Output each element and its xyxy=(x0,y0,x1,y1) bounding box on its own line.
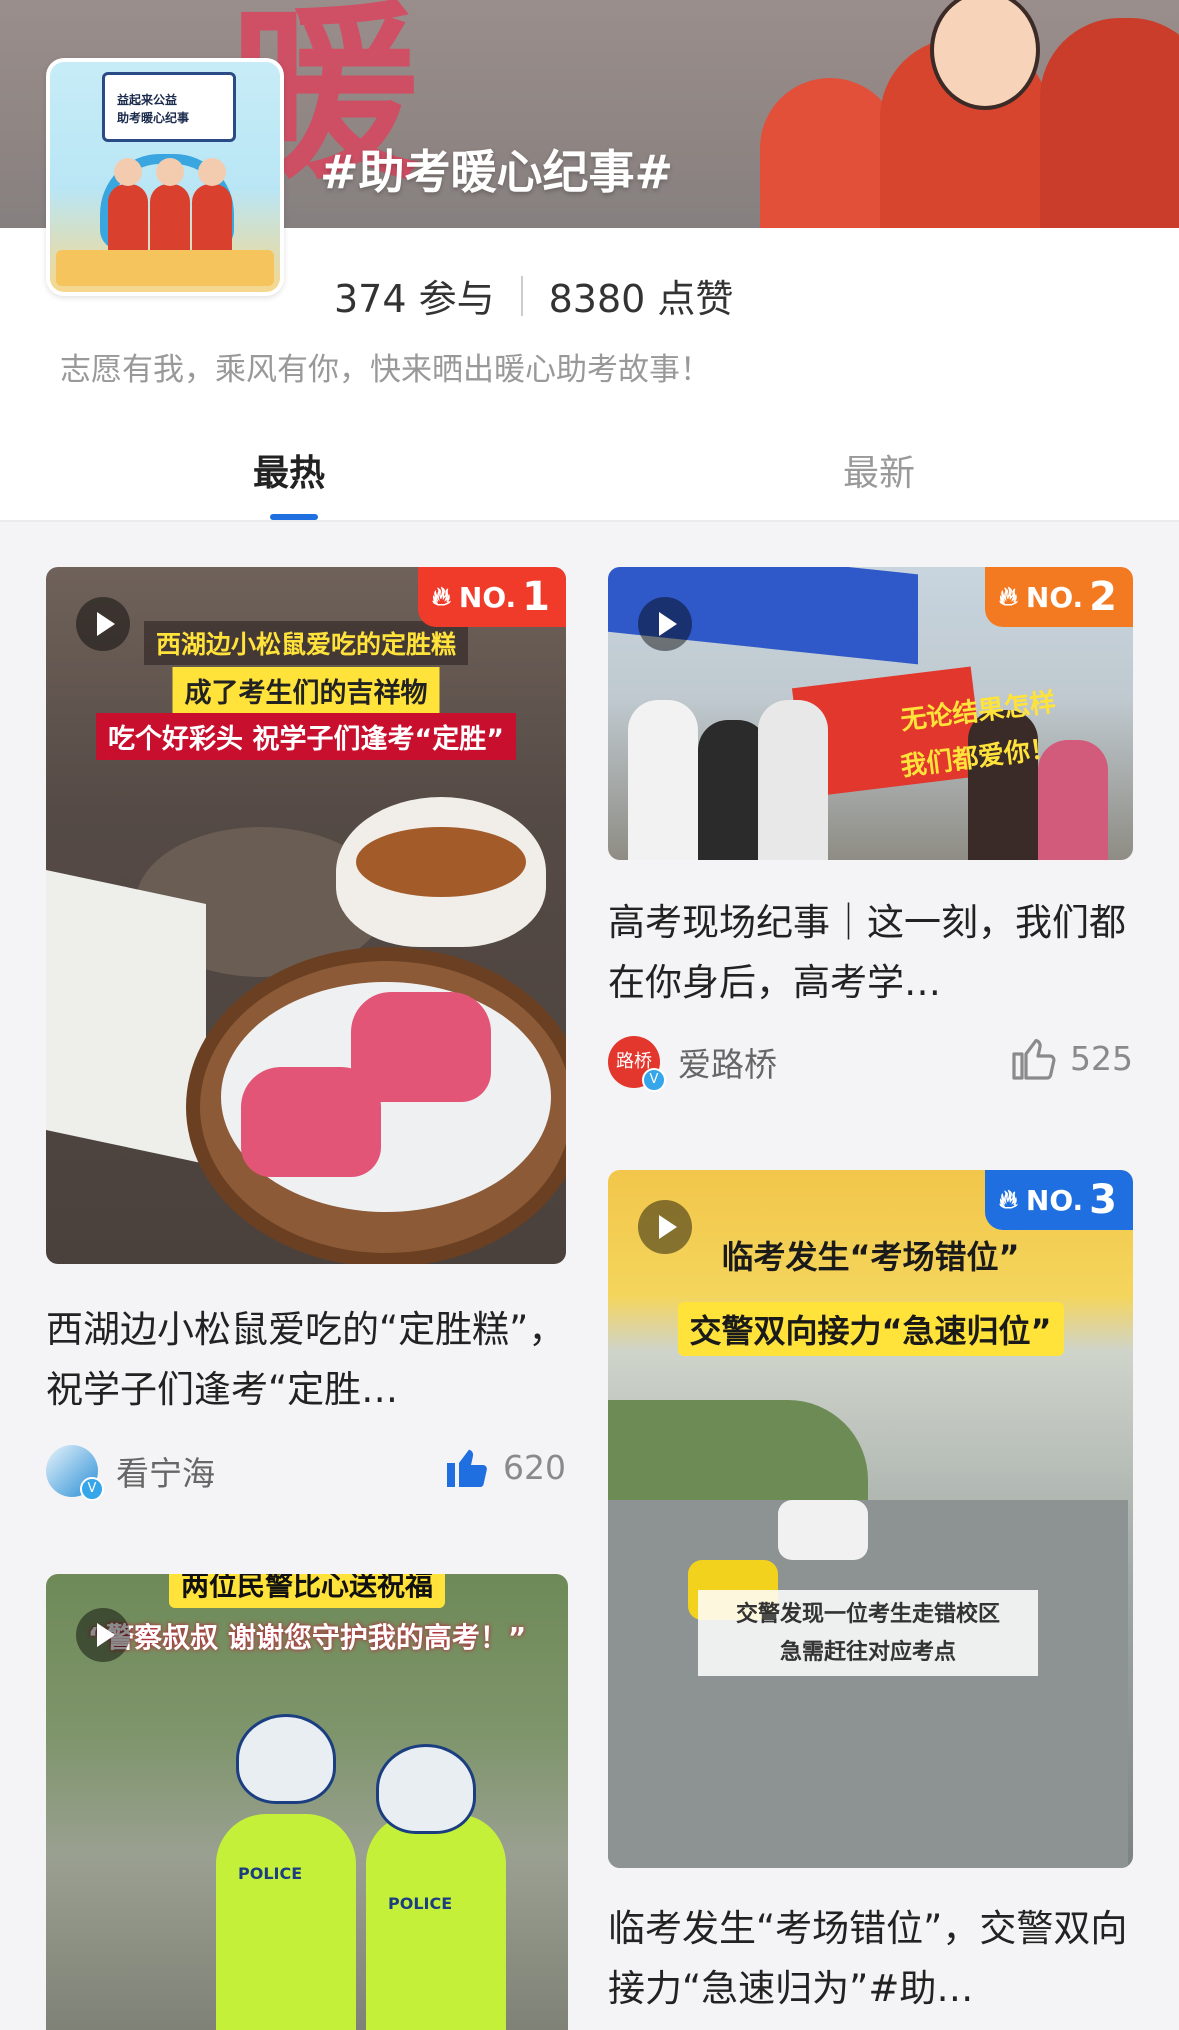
rank-prefix: NO. xyxy=(1025,1183,1084,1217)
card-title[interactable]: 高考现场纪事｜这一刻，我们都在你身后，高考学… xyxy=(608,893,1128,1013)
overlay-note-line2: 急需赶往对应考点 xyxy=(779,1640,956,1665)
feed-tabs: 最热 最新 xyxy=(0,436,1179,522)
verified-icon: V xyxy=(642,1068,666,1092)
author-avatar[interactable]: V xyxy=(46,1445,104,1501)
officer-shape xyxy=(366,1814,506,2030)
thumbnail-screen: 益起来公益 助考暖心纪事 xyxy=(102,72,236,142)
cake-shape xyxy=(351,992,491,1102)
rank-number: 2 xyxy=(1089,574,1117,620)
rank-number: 1 xyxy=(522,574,550,620)
vest-label: POLICE xyxy=(238,1864,303,1883)
feed-card-3[interactable]: 临考发生“考场错位” 交警双向接力“急速归位” 交警发现一位考生走错校区 急需赶… xyxy=(608,1170,1133,2030)
author-name[interactable]: 爱路桥 xyxy=(678,1038,777,1086)
topic-stats: 374 参与 8380 点赞 xyxy=(334,268,733,323)
thumbs-up-icon xyxy=(1012,1039,1056,1080)
thumbs-up-filled-icon xyxy=(447,1449,487,1487)
flame-icon: 🔥︎ xyxy=(998,1184,1018,1215)
feed-card-4[interactable]: POLICE POLICE 两位民警比心送祝福 “警察叔叔 谢谢您守护我的高考！… xyxy=(46,1574,568,2030)
banner-figure xyxy=(760,78,900,228)
volunteer-figure xyxy=(108,158,148,254)
card-author[interactable]: V 看宁海 xyxy=(46,1445,215,1501)
like-button[interactable]: 620 xyxy=(443,1443,566,1491)
soup-shape xyxy=(356,827,526,897)
play-icon[interactable] xyxy=(638,1200,692,1254)
overlay-caption-2: 成了考生们的吉祥物 xyxy=(172,667,440,714)
author-name[interactable]: 看宁海 xyxy=(116,1447,215,1495)
avatar-text: 路桥 xyxy=(616,1051,652,1072)
feed-card-2[interactable]: 无论结果怎样 我们都爱你！ 🔥︎ NO. 2 高考现场纪事｜这一刻，我们都在你身… xyxy=(608,567,1133,1092)
road-shape xyxy=(608,1500,1128,1868)
card-video-thumbnail[interactable]: POLICE POLICE 两位民警比心送祝福 “警察叔叔 谢谢您守护我的高考！… xyxy=(46,1574,568,2030)
tab-latest[interactable]: 最新 xyxy=(843,444,915,496)
volunteer-figure xyxy=(192,158,232,254)
play-icon[interactable] xyxy=(638,597,692,651)
header-divider xyxy=(0,520,1179,522)
overlay-caption-2: 交警双向接力“急速归位” xyxy=(677,1302,1064,1356)
volunteer-figure xyxy=(150,158,190,254)
overlay-note: 交警发现一位考生走错校区 急需赶往对应考点 xyxy=(698,1590,1038,1676)
overlay-caption-2: “警察叔叔 谢谢您守护我的高考！” xyxy=(87,1621,527,1654)
overlay-caption-3: 吃个好彩头 祝学子们逢考“定胜” xyxy=(96,713,516,760)
police-car-shape xyxy=(778,1500,868,1560)
rank-prefix: NO. xyxy=(458,580,517,614)
thumbnail-ribbon xyxy=(56,250,274,286)
card-video-thumbnail[interactable]: 无论结果怎样 我们都爱你！ 🔥︎ NO. 2 xyxy=(608,567,1133,860)
crowd-shape xyxy=(758,700,828,860)
tab-hottest[interactable]: 最热 xyxy=(253,444,325,496)
overlay-caption-1: 西湖边小松鼠爱吃的定胜糕 xyxy=(143,621,469,665)
verified-icon: V xyxy=(80,1477,104,1501)
card-title[interactable]: 临考发生“考场错位”，交警双向接力“急速归为”#助… xyxy=(608,1899,1128,2019)
tissue-shape xyxy=(46,869,206,1165)
stats-divider xyxy=(520,275,523,316)
flame-icon: 🔥︎ xyxy=(431,581,451,612)
overlay-note-line1: 交警发现一位考生走错校区 xyxy=(735,1602,1000,1627)
topic-description: 志愿有我，乘风有你，快来晒出暖心助考故事！ xyxy=(60,352,711,388)
officer-shape xyxy=(216,1814,356,2030)
crowd-shape xyxy=(628,700,698,860)
play-icon[interactable] xyxy=(76,1608,130,1662)
thumbnail-line2: 助考暖心纪事 xyxy=(117,111,190,125)
rank-prefix: NO. xyxy=(1025,580,1084,614)
helmet-shape xyxy=(236,1714,336,1804)
card-title[interactable]: 西湖边小松鼠爱吃的“定胜糕”，祝学子们逢考“定胜… xyxy=(46,1300,566,1420)
overlay-caption-1: 两位民警比心送祝福 xyxy=(168,1574,446,1608)
rank-badge-3: 🔥︎ NO. 3 xyxy=(984,1170,1133,1230)
banner-figure xyxy=(1040,18,1179,228)
rank-badge-2: 🔥︎ NO. 2 xyxy=(984,567,1133,627)
flame-icon: 🔥︎ xyxy=(998,581,1018,612)
play-icon[interactable] xyxy=(76,597,130,651)
overlay-caption-1: 临考发生“考场错位” xyxy=(721,1238,1020,1276)
participant-count: 374 参与 xyxy=(334,277,495,321)
like-count: 8380 点赞 xyxy=(548,277,734,321)
rank-badge-1: 🔥︎ NO. 1 xyxy=(417,567,566,627)
rank-number: 3 xyxy=(1089,1177,1117,1223)
card-author[interactable]: 路桥 V 爱路桥 xyxy=(608,1036,777,1092)
card-video-thumbnail[interactable]: 西湖边小松鼠爱吃的定胜糕 成了考生们的吉祥物 吃个好彩头 祝学子们逢考“定胜” … xyxy=(46,567,566,1264)
like-count: 525 xyxy=(1070,1038,1133,1078)
topic-title: #助考暖心纪事# xyxy=(320,145,674,199)
topic-thumbnail: 益起来公益 助考暖心纪事 xyxy=(46,58,284,296)
topic-header: 益起来公益 助考暖心纪事 374 参与 8380 点赞 志愿有我，乘风有你，快来… xyxy=(0,58,1179,522)
feed-card-1[interactable]: 西湖边小松鼠爱吃的定胜糕 成了考生们的吉祥物 吃个好彩头 祝学子们逢考“定胜” … xyxy=(46,567,566,1507)
card-video-thumbnail[interactable]: 临考发生“考场错位” 交警双向接力“急速归位” 交警发现一位考生走错校区 急需赶… xyxy=(608,1170,1133,1868)
thumbnail-line1: 益起来公益 xyxy=(117,93,178,107)
helmet-shape xyxy=(376,1744,476,1834)
like-button[interactable]: 525 xyxy=(1010,1034,1133,1082)
vest-label: POLICE xyxy=(388,1894,453,1913)
topic-thumbnail-image: 益起来公益 助考暖心纪事 xyxy=(50,62,280,292)
author-avatar[interactable]: 路桥 V xyxy=(608,1036,666,1092)
like-count: 620 xyxy=(503,1447,566,1487)
